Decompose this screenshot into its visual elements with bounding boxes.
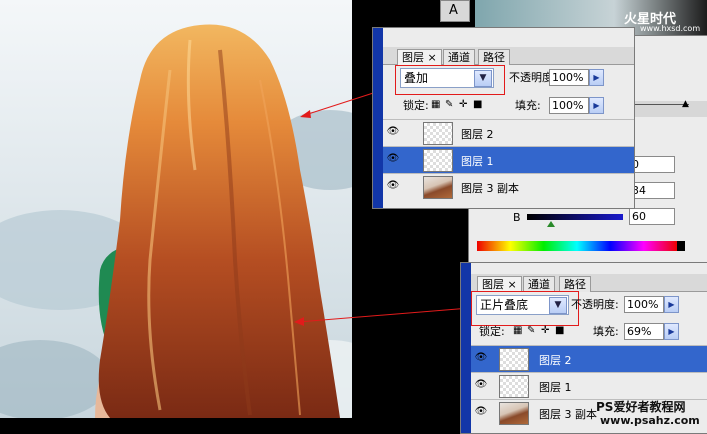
tab-paths[interactable]: 路径 [559,276,591,292]
zoom-mountain-icon: ▲ [682,99,689,109]
annotation-highlight-top [395,65,505,95]
panel-left-border [461,263,471,433]
lock-label: 锁定: [403,99,429,112]
layer-name: 图层 3 副本 [539,408,597,421]
layer-thumbnail [423,122,453,145]
url-watermark-top: www.hxsd.com [640,24,701,33]
layer-thumbnail [499,402,529,425]
arrow-top-head [300,110,311,118]
layer-name: 图层 3 副本 [461,182,519,195]
url-watermark-bottom: www.psahz.com [600,414,700,427]
color-value-3[interactable]: 60 [629,208,675,225]
opacity-arrow-button[interactable]: ▶ [664,296,679,313]
tab-channels[interactable]: 通道 [523,276,555,292]
layer-row[interactable]: 👁 图层 2 [383,119,634,146]
layer-name: 图层 2 [539,354,572,367]
tab-layers[interactable]: 图层 × [397,49,442,65]
fill-arrow-button[interactable]: ▶ [589,97,604,114]
layer-thumbnail [499,375,529,398]
layer-row-selected[interactable]: 👁 图层 1 [383,146,634,173]
site-watermark: PS爱好者教程网 [596,400,686,414]
layer-thumbnail [499,348,529,371]
tab-bar-top: 图层 × 通道 路径 [383,47,634,65]
lock-brush-icon[interactable]: ✎ [527,325,535,337]
lock-brush-icon[interactable]: ✎ [445,99,453,111]
arrow-bottom-line [297,307,471,323]
color-value-1[interactable]: 0 [629,156,675,173]
tab-bar-bottom: 图层 × 通道 路径 [471,274,707,292]
tab-paths[interactable]: 路径 [478,49,510,65]
layer-row-selected[interactable]: 👁 图层 2 [471,345,707,372]
fill-input[interactable]: 69% [624,323,664,340]
fill-arrow-button[interactable]: ▶ [664,323,679,340]
opacity-input[interactable]: 100% [624,296,664,313]
lock-all-icon[interactable]: ■ [473,99,482,111]
layer-thumbnail [423,176,453,199]
b-channel-label: B [513,211,521,224]
opacity-label: 不透明度: [571,298,619,311]
color-value-2[interactable]: 34 [629,182,675,199]
tab-channels[interactable]: 通道 [443,49,475,65]
eye-icon[interactable]: 👁 [386,153,400,165]
lock-transparency-icon[interactable]: ▦ [513,325,522,337]
layer-name: 图层 2 [461,128,494,141]
panel-left-border [373,28,383,208]
fill-label: 填充: [593,325,619,338]
fill-label: 填充: [515,99,541,112]
text-tool-button[interactable]: A [440,0,470,22]
layer-row[interactable]: 👁 图层 1 [471,372,707,399]
layer-thumbnail [423,149,453,172]
eye-icon[interactable]: 👁 [474,379,488,391]
b-channel-slider[interactable] [527,214,623,220]
lock-move-icon[interactable]: ✛ [459,99,467,111]
annotation-highlight-bottom [471,291,579,326]
eye-icon[interactable]: 👁 [474,406,488,418]
opacity-arrow-button[interactable]: ▶ [589,69,604,86]
slider-handle-icon[interactable] [547,221,555,227]
opacity-input[interactable]: 100% [549,69,589,86]
lock-move-icon[interactable]: ✛ [541,325,549,337]
layer-row[interactable]: 👁 图层 3 副本 [383,173,634,200]
layer-name: 图层 1 [461,155,494,168]
arrow-bottom-head [294,317,304,326]
layer-name: 图层 1 [539,381,572,394]
fill-input[interactable]: 100% [549,97,589,114]
lock-transparency-icon[interactable]: ▦ [431,99,440,111]
text-tool-icon: A [449,3,458,18]
tab-layers[interactable]: 图层 × [477,276,522,292]
eye-icon[interactable]: 👁 [386,180,400,192]
lock-label: 锁定: [479,325,505,338]
lock-all-icon[interactable]: ■ [555,325,564,337]
eye-icon[interactable]: 👁 [386,126,400,138]
color-spectrum-bar[interactable] [477,241,677,251]
eye-icon[interactable]: 👁 [474,352,488,364]
layers-panel-top: 图层 × 通道 路径 叠加 ▼ 不透明度: 100% ▶ 锁定: ▦ ✎ ✛ ■… [372,27,635,209]
